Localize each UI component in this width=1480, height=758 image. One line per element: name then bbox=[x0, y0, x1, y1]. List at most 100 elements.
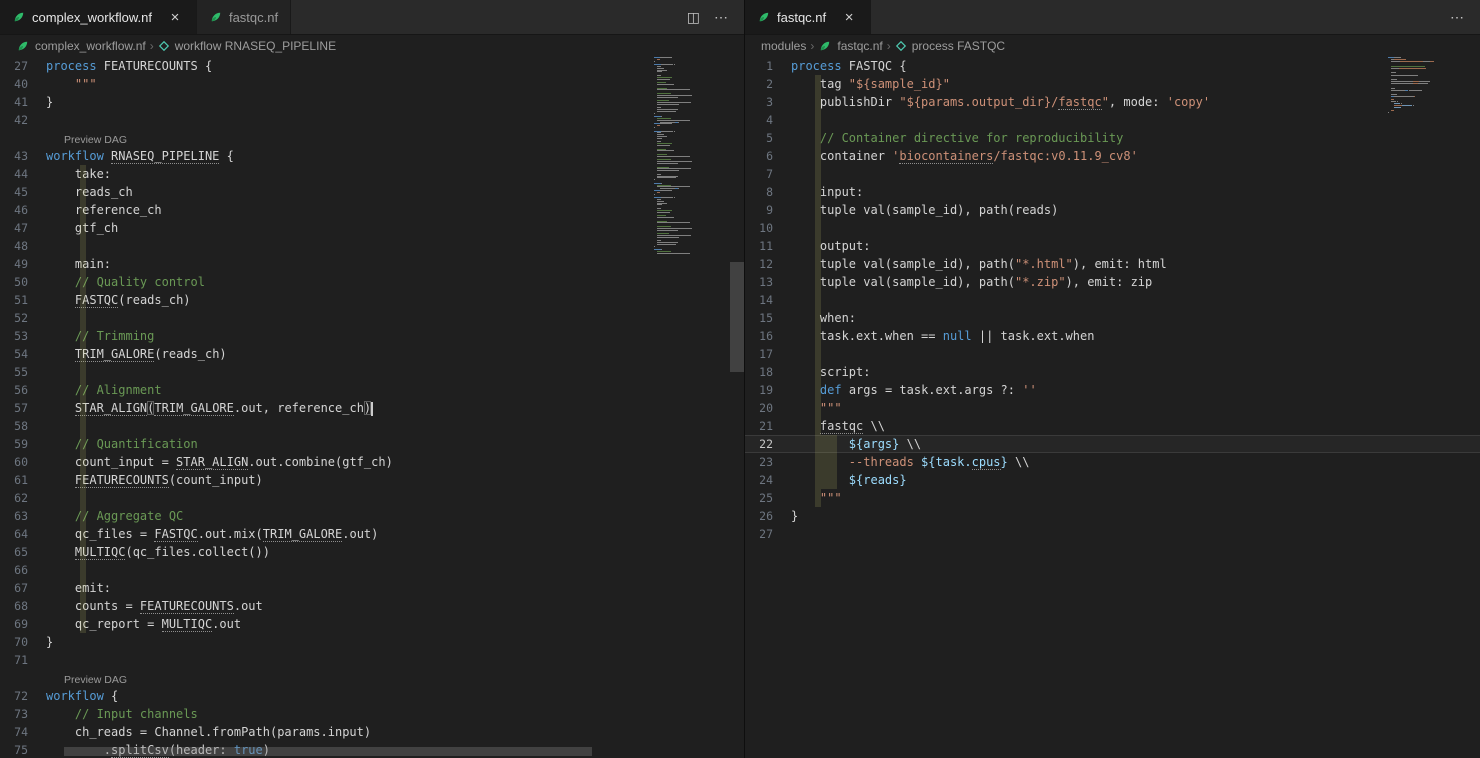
close-icon[interactable]: × bbox=[166, 8, 184, 26]
code-line[interactable]: 68 counts = FEATURECOUNTS.out bbox=[0, 597, 744, 615]
code-line[interactable]: 16 task.ext.when == null || task.ext.whe… bbox=[745, 327, 1480, 345]
code-line[interactable]: 58 bbox=[0, 417, 744, 435]
code-line[interactable]: 40 """ bbox=[0, 75, 744, 93]
line-number: 56 bbox=[0, 381, 46, 399]
code-line[interactable]: 57 STAR_ALIGN(TRIM_GALORE.out, reference… bbox=[0, 399, 744, 417]
code-line[interactable]: 42 bbox=[0, 111, 744, 129]
code-line[interactable]: 43workflow RNASEQ_PIPELINE { bbox=[0, 147, 744, 165]
code-line[interactable]: 48 bbox=[0, 237, 744, 255]
tab-fastqc.nf[interactable]: fastqc.nf× bbox=[745, 0, 871, 34]
tab-fastqc.nf[interactable]: fastqc.nf bbox=[197, 0, 291, 34]
code-line[interactable]: 67 emit: bbox=[0, 579, 744, 597]
right-minimap[interactable] bbox=[1388, 57, 1446, 758]
horizontal-scrollbar[interactable] bbox=[64, 747, 592, 756]
code-line[interactable]: 3 publishDir "${params.output_dir}/fastq… bbox=[745, 93, 1480, 111]
code-line[interactable]: 1process FASTQC { bbox=[745, 57, 1480, 75]
code-line[interactable]: 27 bbox=[745, 525, 1480, 543]
code-line[interactable]: 66 bbox=[0, 561, 744, 579]
code-line[interactable]: 26} bbox=[745, 507, 1480, 525]
left-minimap[interactable] bbox=[654, 57, 730, 758]
line-number: 68 bbox=[0, 597, 46, 615]
more-actions-icon[interactable]: ⋯ bbox=[714, 10, 728, 24]
line-number: 57 bbox=[0, 399, 46, 417]
code-line[interactable]: 55 bbox=[0, 363, 744, 381]
breadcrumb-item[interactable]: workflow RNASEQ_PIPELINE bbox=[158, 39, 336, 53]
code-line[interactable]: 19 def args = task.ext.args ?: '' bbox=[745, 381, 1480, 399]
breadcrumb-item[interactable]: process FASTQC bbox=[895, 39, 1005, 53]
code-line[interactable]: 11 output: bbox=[745, 237, 1480, 255]
line-number: 58 bbox=[0, 417, 46, 435]
code-line[interactable]: 13 tuple val(sample_id), path("*.zip"), … bbox=[745, 273, 1480, 291]
code-line[interactable]: 12 tuple val(sample_id), path("*.html"),… bbox=[745, 255, 1480, 273]
codelens-row: Preview DAG bbox=[0, 129, 744, 147]
left-editor[interactable]: 27process FEATURECOUNTS {40 """41}42 Prev… bbox=[0, 57, 744, 758]
code-line[interactable]: 62 bbox=[0, 489, 744, 507]
code-line[interactable]: 65 MULTIQC(qc_files.collect()) bbox=[0, 543, 744, 561]
code-line[interactable]: 9 tuple val(sample_id), path(reads) bbox=[745, 201, 1480, 219]
code-line[interactable]: 63 // Aggregate QC bbox=[0, 507, 744, 525]
left-tab-bar: complex_workflow.nf× fastqc.nf ◫ ⋯ bbox=[0, 0, 744, 35]
breadcrumb-label: workflow RNASEQ_PIPELINE bbox=[175, 39, 336, 53]
code-line[interactable]: 20 """ bbox=[745, 399, 1480, 417]
line-number: 53 bbox=[0, 327, 46, 345]
code-line[interactable]: 56 // Alignment bbox=[0, 381, 744, 399]
code-line[interactable]: 15 when: bbox=[745, 309, 1480, 327]
code-line[interactable]: 54 TRIM_GALORE(reads_ch) bbox=[0, 345, 744, 363]
code-line[interactable]: 61 FEATURECOUNTS(count_input) bbox=[0, 471, 744, 489]
code-line[interactable]: 7 bbox=[745, 165, 1480, 183]
code-line[interactable]: 53 // Trimming bbox=[0, 327, 744, 345]
code-line[interactable]: 41} bbox=[0, 93, 744, 111]
code-line[interactable]: 18 script: bbox=[745, 363, 1480, 381]
code-line[interactable]: 4 bbox=[745, 111, 1480, 129]
code-line[interactable]: 70} bbox=[0, 633, 744, 651]
breadcrumb-item[interactable]: fastqc.nf bbox=[818, 39, 882, 53]
vertical-scrollbar[interactable] bbox=[730, 262, 744, 372]
code-line[interactable]: 24 ${reads} bbox=[745, 471, 1480, 489]
line-number: 9 bbox=[745, 201, 791, 219]
code-line[interactable]: 46 reference_ch bbox=[0, 201, 744, 219]
code-line[interactable]: 50 // Quality control bbox=[0, 273, 744, 291]
code-line[interactable]: 72workflow { bbox=[0, 687, 744, 705]
code-line[interactable]: 14 bbox=[745, 291, 1480, 309]
code-line[interactable]: 44 take: bbox=[0, 165, 744, 183]
code-line[interactable]: 8 input: bbox=[745, 183, 1480, 201]
right-editor[interactable]: 1process FASTQC {2 tag "${sample_id}"3 p… bbox=[745, 57, 1480, 758]
tab-complex_workflow.nf[interactable]: complex_workflow.nf× bbox=[0, 0, 197, 34]
line-number: 46 bbox=[0, 201, 46, 219]
codelens-preview-dag[interactable]: Preview DAG bbox=[64, 673, 127, 687]
breadcrumb-separator: › bbox=[810, 39, 814, 53]
line-number: 7 bbox=[745, 165, 791, 183]
codelens-preview-dag[interactable]: Preview DAG bbox=[64, 133, 127, 147]
code-line[interactable]: 10 bbox=[745, 219, 1480, 237]
breadcrumb-item[interactable]: modules bbox=[761, 39, 806, 53]
code-line[interactable]: 23 --threads ${task.cpus} \\ bbox=[745, 453, 1480, 471]
code-line[interactable]: 45 reads_ch bbox=[0, 183, 744, 201]
code-line[interactable]: 60 count_input = STAR_ALIGN.out.combine(… bbox=[0, 453, 744, 471]
code-line[interactable]: 47 gtf_ch bbox=[0, 219, 744, 237]
code-line[interactable]: 52 bbox=[0, 309, 744, 327]
code-line[interactable]: 21 fastqc \\ bbox=[745, 417, 1480, 435]
line-number: 19 bbox=[745, 381, 791, 399]
code-line[interactable]: 74 ch_reads = Channel.fromPath(params.in… bbox=[0, 723, 744, 741]
code-line[interactable]: 6 container 'biocontainers/fastqc:v0.11.… bbox=[745, 147, 1480, 165]
more-actions-icon[interactable]: ⋯ bbox=[1450, 10, 1464, 24]
code-line[interactable]: 73 // Input channels bbox=[0, 705, 744, 723]
code-line[interactable]: 27process FEATURECOUNTS { bbox=[0, 57, 744, 75]
code-line[interactable]: 69 qc_report = MULTIQC.out bbox=[0, 615, 744, 633]
code-line[interactable]: 64 qc_files = FASTQC.out.mix(TRIM_GALORE… bbox=[0, 525, 744, 543]
symbol-icon bbox=[158, 40, 170, 52]
indent-guide bbox=[80, 165, 86, 633]
code-line[interactable]: 49 main: bbox=[0, 255, 744, 273]
code-line[interactable]: 51 FASTQC(reads_ch) bbox=[0, 291, 744, 309]
split-editor-icon[interactable]: ◫ bbox=[687, 10, 700, 24]
code-line[interactable]: 25 """ bbox=[745, 489, 1480, 507]
close-icon[interactable]: × bbox=[840, 8, 858, 26]
code-line[interactable]: 5 // Container directive for reproducibi… bbox=[745, 129, 1480, 147]
code-line[interactable]: 59 // Quantification bbox=[0, 435, 744, 453]
code-line[interactable]: 71 bbox=[0, 651, 744, 669]
breadcrumb-item[interactable]: complex_workflow.nf bbox=[16, 39, 146, 53]
code-line[interactable]: 22 ${args} \\ bbox=[745, 435, 1480, 453]
code-line[interactable]: 17 bbox=[745, 345, 1480, 363]
tab-label: fastqc.nf bbox=[229, 10, 278, 25]
code-line[interactable]: 2 tag "${sample_id}" bbox=[745, 75, 1480, 93]
